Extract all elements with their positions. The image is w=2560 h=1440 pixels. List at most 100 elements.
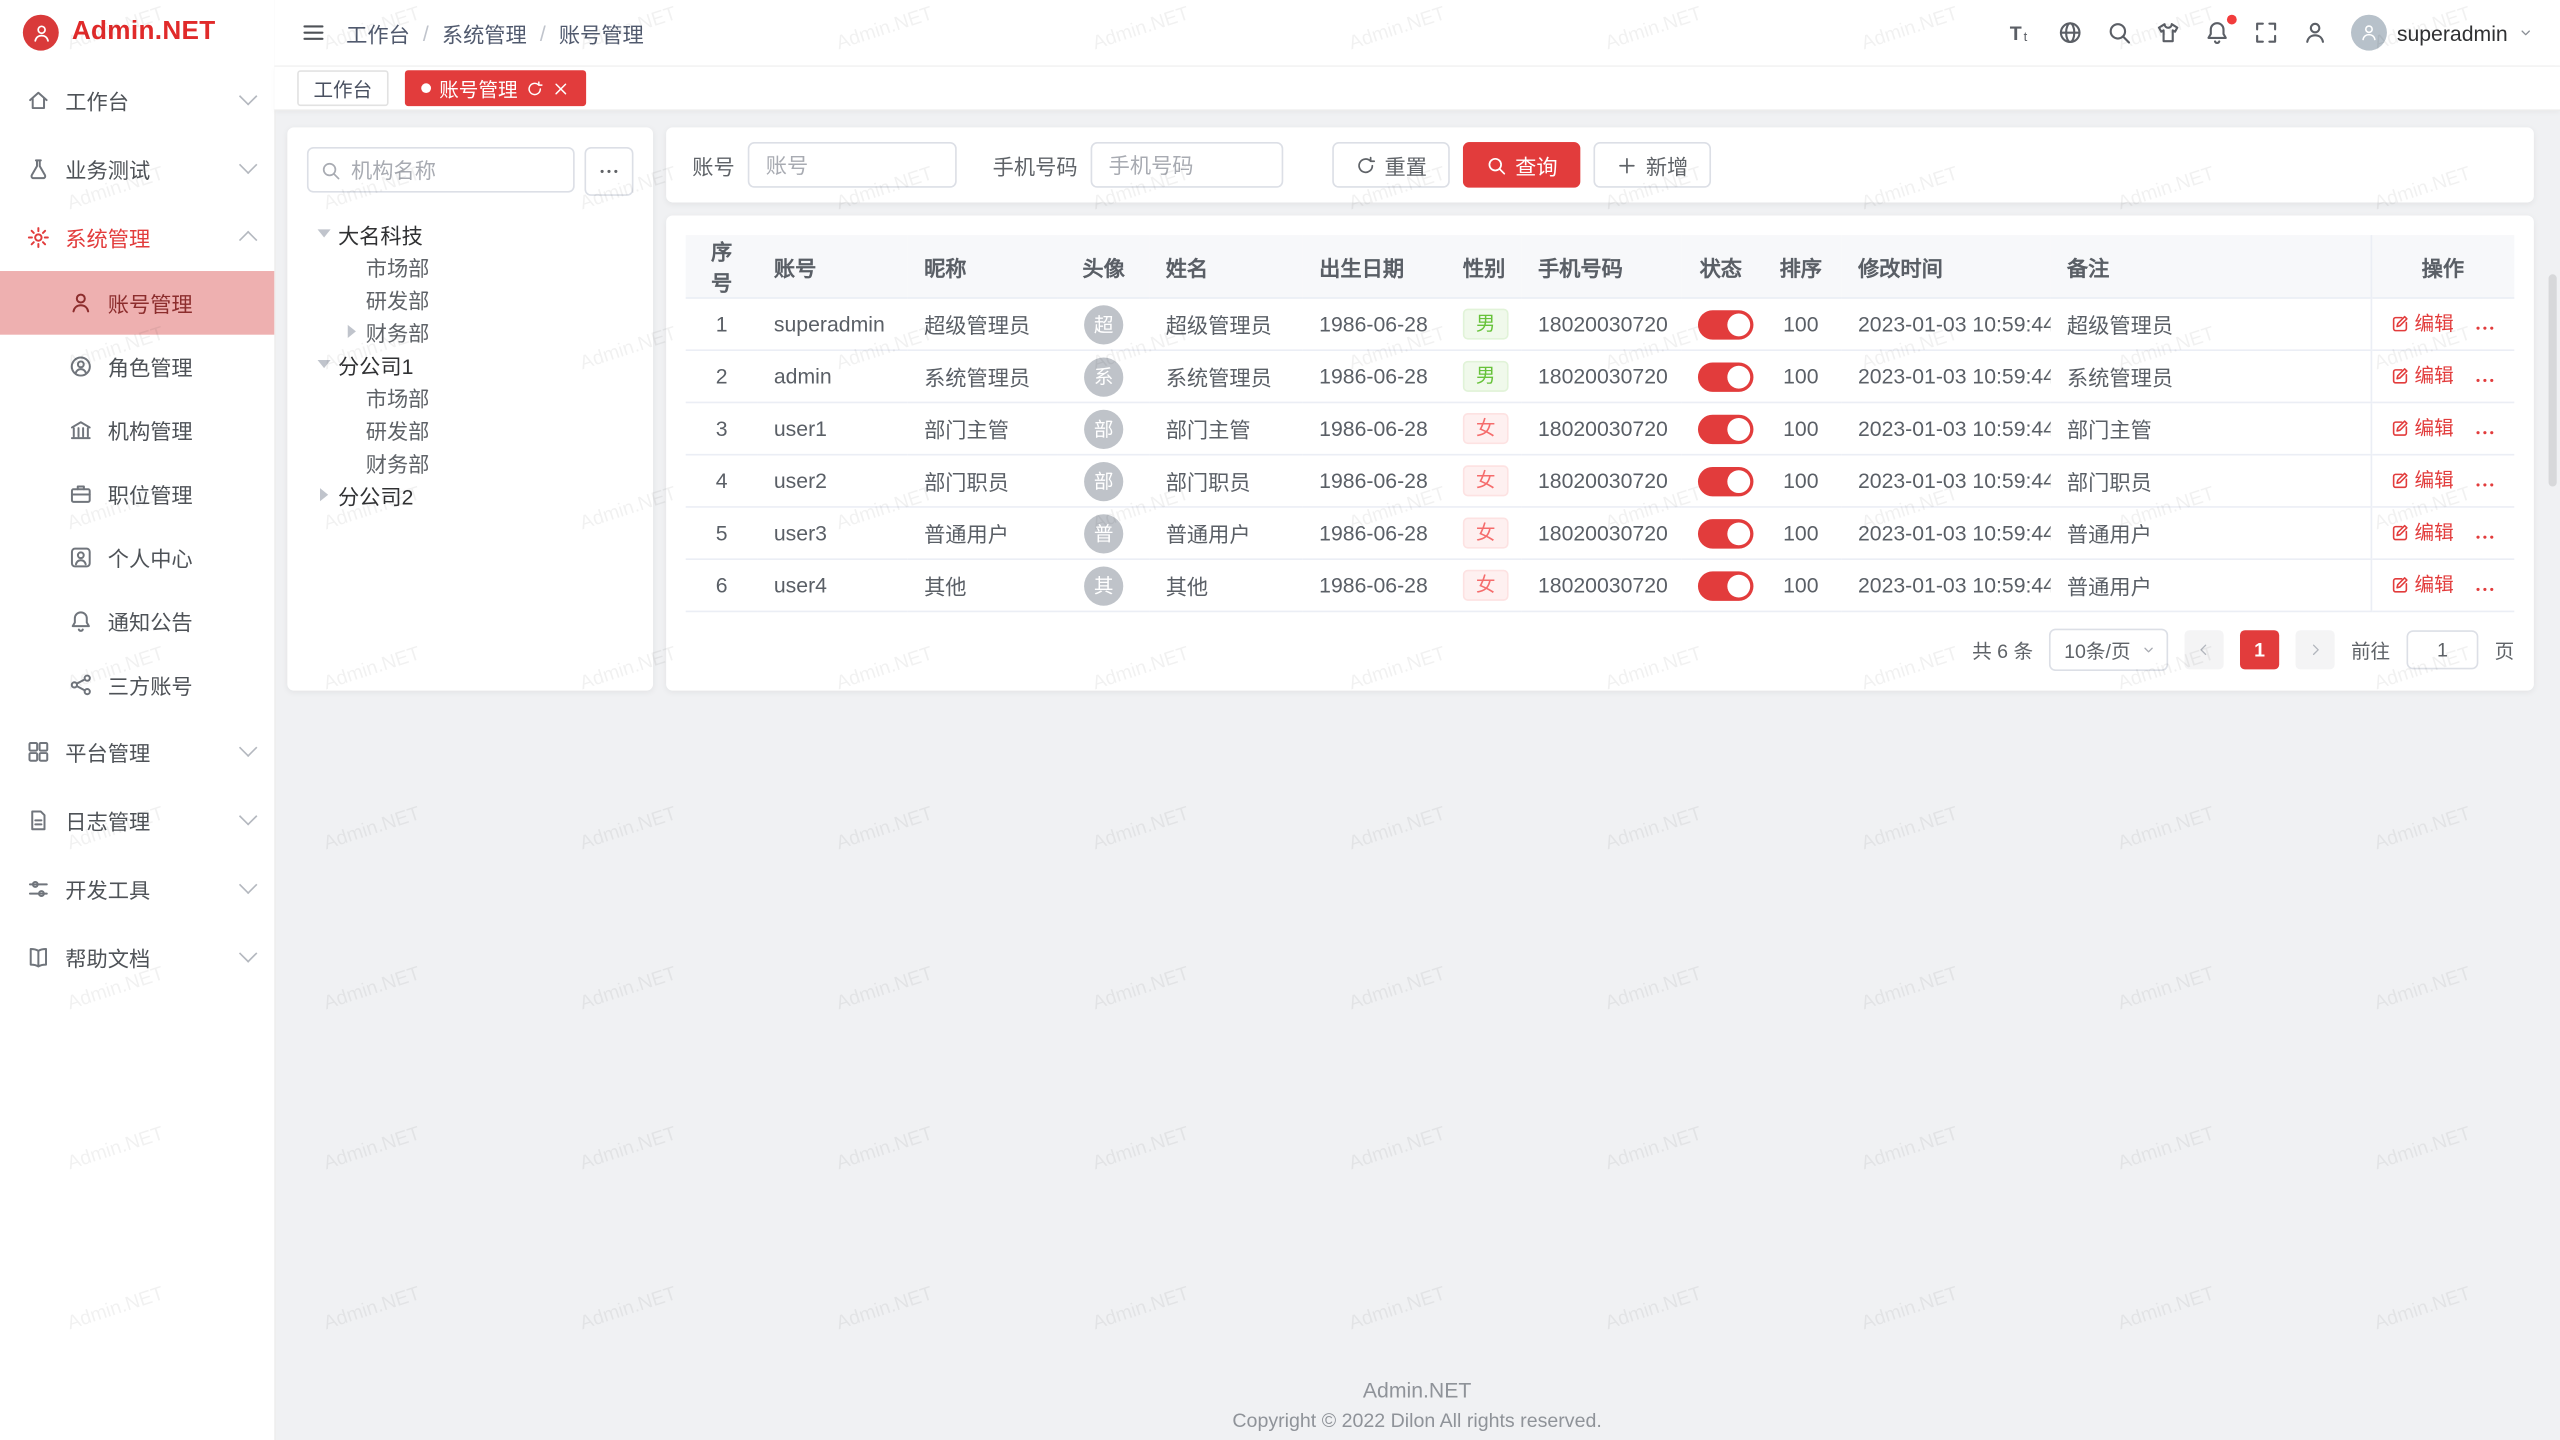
status-toggle[interactable] [1698, 518, 1754, 547]
row-more-button[interactable] [2473, 316, 2496, 339]
prev-page-button[interactable] [2184, 630, 2223, 669]
caret-icon [318, 229, 331, 237]
scrollbar-thumb[interactable] [2549, 274, 2557, 486]
column-header: 状态 [1682, 235, 1760, 298]
user-menu[interactable]: superadmin [2351, 15, 2534, 51]
breadcrumb-item[interactable]: 系统管理 [442, 17, 527, 48]
sidebar-item[interactable]: 机构管理 [0, 398, 274, 462]
edit-button[interactable]: 编辑 [2390, 571, 2454, 599]
tab-close-icon[interactable] [552, 79, 570, 97]
cell-gender: 女 [1447, 455, 1522, 507]
notification-icon[interactable] [2204, 20, 2230, 46]
tree-node-label: 研发部 [366, 414, 430, 445]
chevron-icon [239, 739, 257, 757]
language-icon[interactable] [2057, 20, 2083, 46]
tree-node[interactable]: 财务部 [307, 315, 634, 348]
sidebar-item[interactable]: 三方账号 [0, 653, 274, 717]
theme-icon[interactable] [2155, 20, 2181, 46]
status-toggle[interactable] [1698, 362, 1754, 391]
status-toggle[interactable] [1698, 571, 1754, 600]
chevron-right-icon [2307, 642, 2323, 658]
page-number-button[interactable]: 1 [2240, 630, 2279, 669]
sidebar-item[interactable]: 系统管理 [0, 202, 274, 271]
cell-phone: 18020030720 [1522, 455, 1682, 507]
menu-toggle-icon[interactable] [300, 20, 326, 46]
phone-input[interactable] [1091, 142, 1284, 188]
status-toggle[interactable] [1698, 414, 1754, 443]
tree-node[interactable]: 大名科技 [307, 217, 634, 250]
breadcrumb-item[interactable]: 工作台 [346, 17, 410, 48]
sidebar-item[interactable]: 帮助文档 [0, 922, 274, 991]
caret-icon [318, 360, 331, 368]
fullscreen-icon[interactable] [2253, 20, 2279, 46]
query-button[interactable]: 查询 [1463, 142, 1581, 188]
cell-modified: 2023-01-03 10:59:44 [1842, 402, 2051, 454]
account-input[interactable] [748, 142, 957, 188]
page-size-select[interactable]: 10条/页 [2049, 629, 2168, 671]
reset-button[interactable]: 重置 [1332, 142, 1450, 188]
sidebar-item[interactable]: 个人中心 [0, 526, 274, 590]
app-root: Admin.NETAdmin.NETAdmin.NETAdmin.NETAdmi… [0, 0, 2560, 1440]
tab[interactable]: 工作台 [297, 70, 388, 106]
goto-page-input[interactable] [2407, 630, 2479, 669]
cell-gender: 女 [1447, 402, 1522, 454]
log-icon [26, 807, 50, 831]
edit-button[interactable]: 编辑 [2390, 466, 2454, 494]
tree-node[interactable]: 研发部 [307, 413, 634, 446]
sidebar-item-label: 个人中心 [108, 542, 255, 573]
sidebar-item-label: 三方账号 [108, 669, 255, 700]
sidebar-item[interactable]: 通知公告 [0, 589, 274, 653]
tree-node[interactable]: 财务部 [307, 446, 634, 479]
tree-node[interactable]: 研发部 [307, 282, 634, 315]
org-search-input[interactable] [307, 147, 575, 193]
sidebar-item-label: 账号管理 [108, 287, 255, 318]
sidebar-item[interactable]: 平台管理 [0, 717, 274, 786]
org-more-button[interactable] [584, 147, 633, 196]
tree-node[interactable]: 市场部 [307, 250, 634, 283]
tab[interactable]: 账号管理 [405, 70, 586, 106]
header-actions: Tt superadmin [2008, 15, 2534, 51]
profile-icon[interactable] [2302, 20, 2328, 46]
add-button[interactable]: 新增 [1594, 142, 1712, 188]
search-icon[interactable] [2106, 20, 2132, 46]
row-more-button[interactable] [2473, 473, 2496, 496]
sidebar-item[interactable]: 业务测试 [0, 134, 274, 203]
tree-node[interactable]: 分公司2 [307, 478, 634, 511]
sidebar-item[interactable]: 账号管理 [0, 271, 274, 335]
tab-refresh-icon[interactable] [526, 79, 544, 97]
table-row: 1 superadmin 超级管理员 超 超级管理员 1986-06-28 男 … [686, 298, 2515, 350]
edit-button[interactable]: 编辑 [2390, 414, 2454, 442]
edit-button[interactable]: 编辑 [2390, 309, 2454, 337]
search-icon [320, 160, 341, 181]
sidebar: Admin.NET 工作台 业务测试 系统管理 [0, 0, 276, 1440]
tree-node[interactable]: 市场部 [307, 380, 634, 413]
sidebar-item[interactable]: 日志管理 [0, 785, 274, 854]
row-more-button[interactable] [2473, 420, 2496, 443]
row-more-button[interactable] [2473, 368, 2496, 391]
share-icon [69, 673, 93, 697]
cell-actions: 编辑 [2371, 559, 2515, 611]
status-toggle[interactable] [1698, 309, 1754, 338]
sidebar-item[interactable]: 开发工具 [0, 854, 274, 923]
sidebar-item[interactable]: 职位管理 [0, 462, 274, 526]
sidebar-item-label: 日志管理 [65, 804, 227, 835]
font-size-icon[interactable]: Tt [2008, 20, 2034, 46]
logo[interactable]: Admin.NET [0, 0, 274, 65]
cell-index: 5 [686, 507, 758, 559]
row-more-button[interactable] [2473, 525, 2496, 548]
cell-order: 100 [1760, 402, 1842, 454]
cell-nickname: 系统管理员 [908, 350, 1058, 402]
edit-button[interactable]: 编辑 [2390, 362, 2454, 390]
sidebar-item[interactable]: 工作台 [0, 65, 274, 134]
page-unit-label: 页 [2495, 636, 2515, 664]
cell-phone: 18020030720 [1522, 402, 1682, 454]
tree-node[interactable]: 分公司1 [307, 348, 634, 381]
sidebar-item-label: 业务测试 [65, 153, 227, 184]
sidebar-item[interactable]: 角色管理 [0, 335, 274, 399]
next-page-button[interactable] [2295, 630, 2334, 669]
test-icon [26, 156, 50, 180]
row-more-button[interactable] [2473, 577, 2496, 600]
edit-button[interactable]: 编辑 [2390, 518, 2454, 546]
cell-name: 超级管理员 [1149, 298, 1302, 350]
status-toggle[interactable] [1698, 466, 1754, 495]
